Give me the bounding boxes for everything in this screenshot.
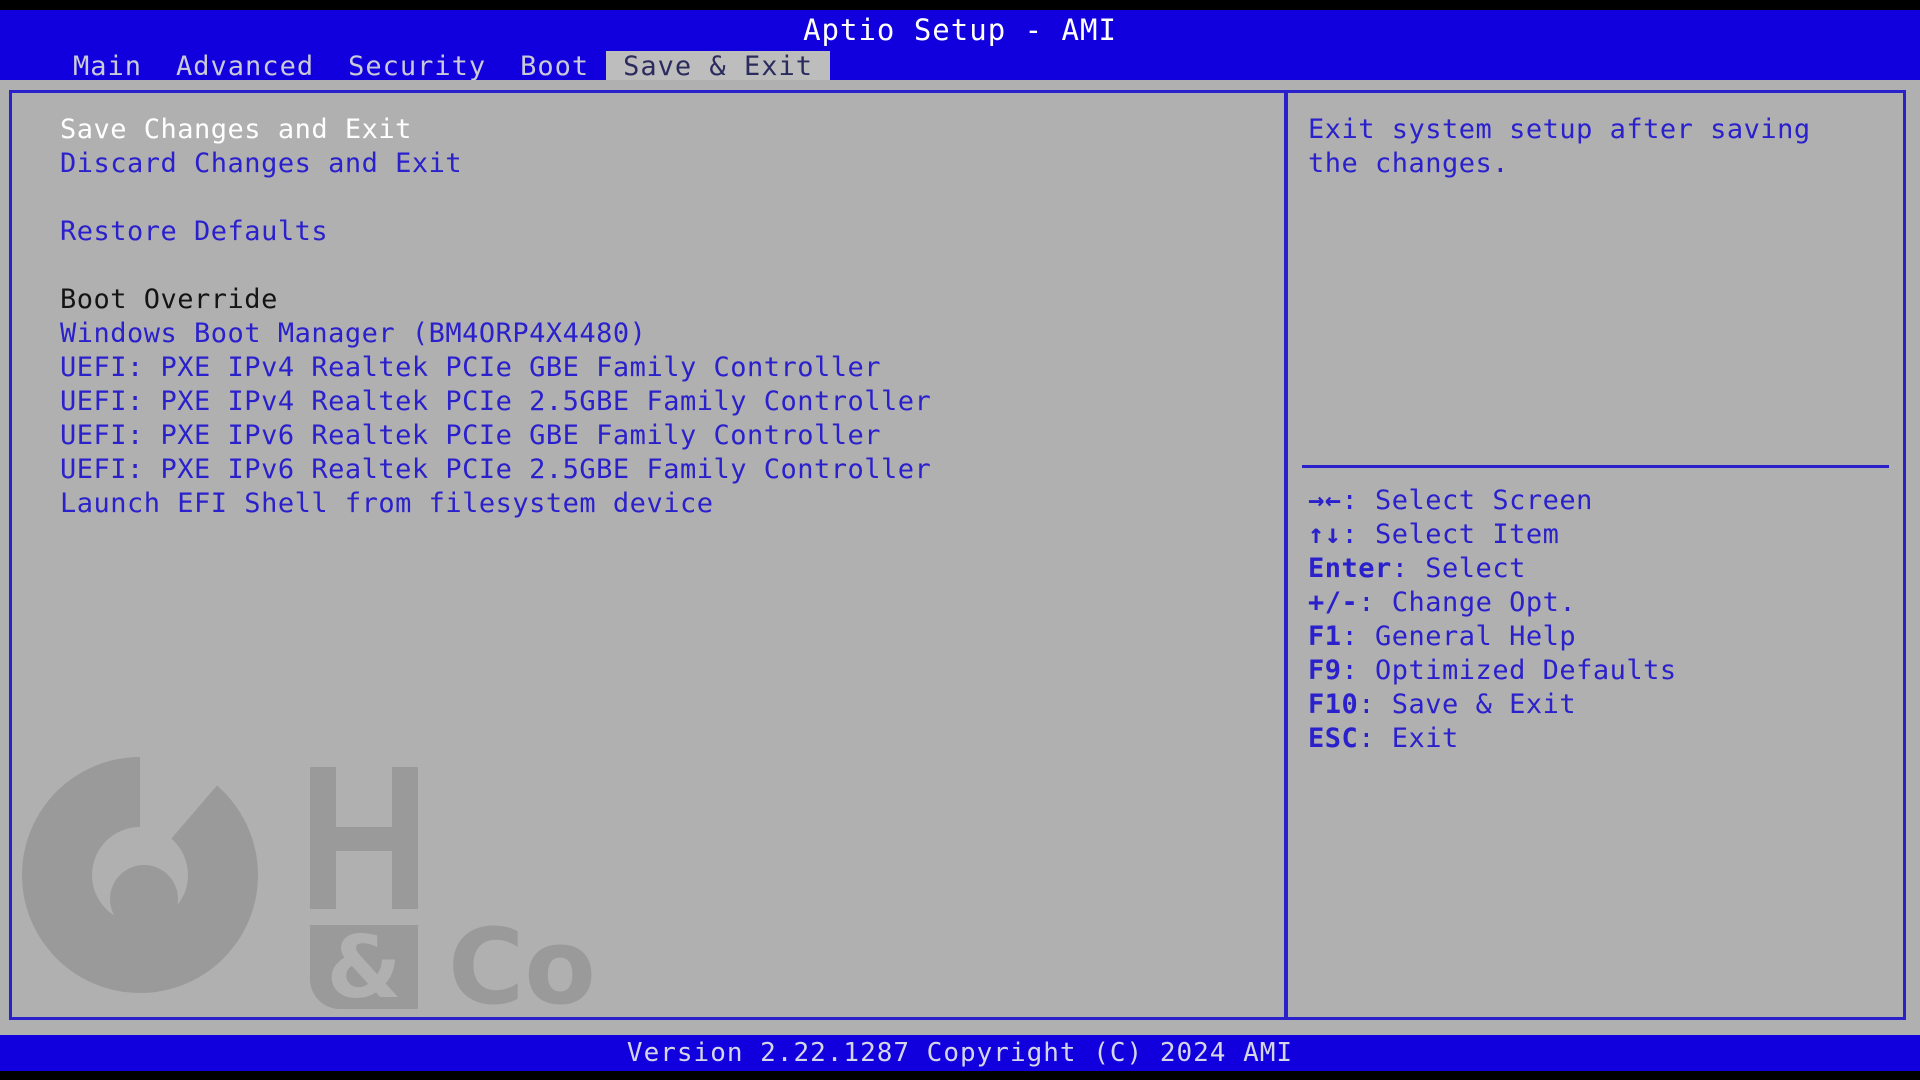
menu-spacer	[60, 181, 1274, 215]
tab-advanced[interactable]: Advanced	[159, 51, 331, 83]
legend-action-label: : Save & Exit	[1358, 689, 1577, 720]
menu-item-uefi-pxe-ipv6-realtek-pcie-gbe-family-controller[interactable]: UEFI: PXE IPv6 Realtek PCIe GBE Family C…	[60, 419, 1274, 453]
menu-item-uefi-pxe-ipv6-realtek-pcie-2-5gbe-family-controller[interactable]: UEFI: PXE IPv6 Realtek PCIe 2.5GBE Famil…	[60, 453, 1274, 487]
menu-pane: Save Changes and Exit Discard Changes and…	[12, 93, 1284, 1017]
tab-boot[interactable]: Boot	[503, 51, 606, 83]
legend-item-select: Enter: Select	[1302, 552, 1889, 586]
menu-item-windows-boot-manager-bm4orp4x4480[interactable]: Windows Boot Manager (BM4ORP4X4480)	[60, 317, 1274, 351]
legend-action-label: : Change Opt.	[1358, 587, 1577, 618]
menu-spacer	[60, 249, 1274, 283]
page-title: Aptio Setup - AMI	[803, 13, 1117, 47]
menu-item-launch-efi-shell-from-filesystem-device[interactable]: Launch EFI Shell from filesystem device	[60, 487, 1274, 521]
legend-item-change-opt: +/-: Change Opt.	[1302, 586, 1889, 620]
menu-item-discard-changes-and-exit[interactable]: Discard Changes and Exit	[60, 147, 1274, 181]
legend-key-glyph: +/-	[1308, 587, 1359, 618]
menu-list: Save Changes and Exit Discard Changes and…	[60, 113, 1274, 521]
legend-key-glyph: →←	[1308, 485, 1342, 516]
menu-item-uefi-pxe-ipv4-realtek-pcie-2-5gbe-family-controller[interactable]: UEFI: PXE IPv4 Realtek PCIe 2.5GBE Famil…	[60, 385, 1274, 419]
legend-item-select-item: ↑↓: Select Item	[1302, 518, 1889, 552]
legend-list: →←: Select Screen ↑↓: Select Item Enter: S…	[1302, 484, 1889, 756]
tab-security[interactable]: Security	[331, 51, 503, 83]
legend-item-exit: ESC: Exit	[1302, 722, 1889, 756]
legend-key-glyph: F10	[1308, 689, 1359, 720]
legend-item-optimized-defaults: F9: Optimized Defaults	[1302, 654, 1889, 688]
tab-save-exit[interactable]: Save & Exit	[606, 51, 830, 83]
legend-action-label: : Select Screen	[1341, 485, 1593, 516]
legend-action-label: : General Help	[1341, 621, 1577, 652]
legend-action-label: : Select	[1391, 553, 1526, 584]
legend-item-general-help: F1: General Help	[1302, 620, 1889, 654]
content-frame: & Co Save Changes and Exit Discard Change…	[9, 90, 1906, 1020]
help-line: the changes.	[1308, 148, 1510, 179]
header-bar: Aptio Setup - AMI Main Advanced Security Bo…	[0, 10, 1920, 83]
legend-action-label: : Select Item	[1341, 519, 1560, 550]
help-line: Exit system setup after saving	[1308, 114, 1811, 145]
legend-item-select-screen: →←: Select Screen	[1302, 484, 1889, 518]
help-text: Exit system setup after saving the change…	[1308, 113, 1889, 181]
footer-bar: Version 2.22.1287 Copyright (C) 2024 AMI	[0, 1035, 1920, 1071]
menu-section-header: Boot Override	[60, 284, 278, 315]
tab-main[interactable]: Main	[56, 51, 159, 83]
bios-setup-screen: Aptio Setup - AMI Main Advanced Security Bo…	[0, 0, 1920, 1080]
legend-item-save-exit: F10: Save & Exit	[1302, 688, 1889, 722]
legend-key-glyph: Enter	[1308, 553, 1392, 584]
legend-key-glyph: ↑↓	[1308, 519, 1342, 550]
legend-key-glyph: ESC	[1308, 723, 1359, 754]
panes-container: Save Changes and Exit Discard Changes and…	[12, 93, 1903, 1017]
menu-item-save-changes-and-exit[interactable]: Save Changes and Exit	[60, 113, 1274, 147]
key-legend: →←: Select Screen ↑↓: Select Item Enter: S…	[1302, 465, 1889, 756]
content-stage: & Co Save Changes and Exit Discard Change…	[0, 80, 1920, 1035]
legend-action-label: : Exit	[1358, 723, 1459, 754]
legend-divider	[1302, 465, 1889, 468]
menu-item-restore-defaults[interactable]: Restore Defaults	[60, 215, 1274, 249]
version-string: Version 2.22.1287 Copyright (C) 2024 AMI	[626, 1038, 1294, 1068]
menu-item-uefi-pxe-ipv4-realtek-pcie-gbe-family-controller[interactable]: UEFI: PXE IPv4 Realtek PCIe GBE Family C…	[60, 351, 1274, 385]
legend-action-label: : Optimized Defaults	[1341, 655, 1677, 686]
help-pane: Exit system setup after saving the change…	[1288, 93, 1903, 1017]
legend-key-glyph: F1	[1308, 621, 1342, 652]
tab-bar: Main Advanced Security Boot Save & Exit	[0, 51, 1920, 83]
legend-key-glyph: F9	[1308, 655, 1342, 686]
